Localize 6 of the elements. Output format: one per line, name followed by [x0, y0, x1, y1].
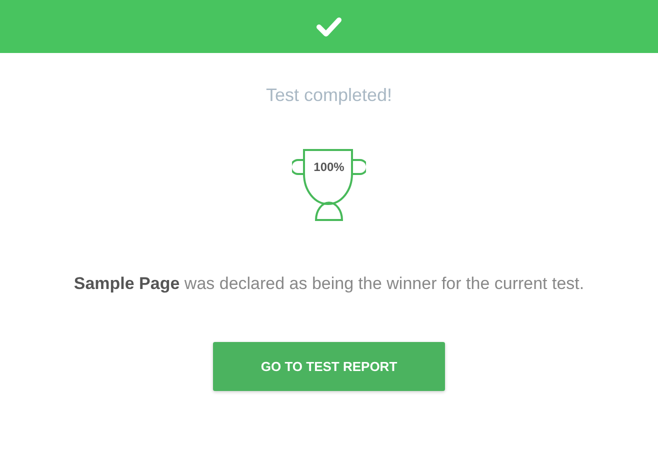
percentage-label: 100% [312, 160, 346, 174]
result-message: Sample Page was declared as being the winner for the current test. [72, 273, 586, 295]
trophy-icon [292, 147, 366, 223]
checkmark-icon [316, 16, 342, 36]
test-report-button[interactable]: GO TO TEST REPORT [213, 342, 445, 391]
status-text: Test completed! [266, 84, 392, 107]
